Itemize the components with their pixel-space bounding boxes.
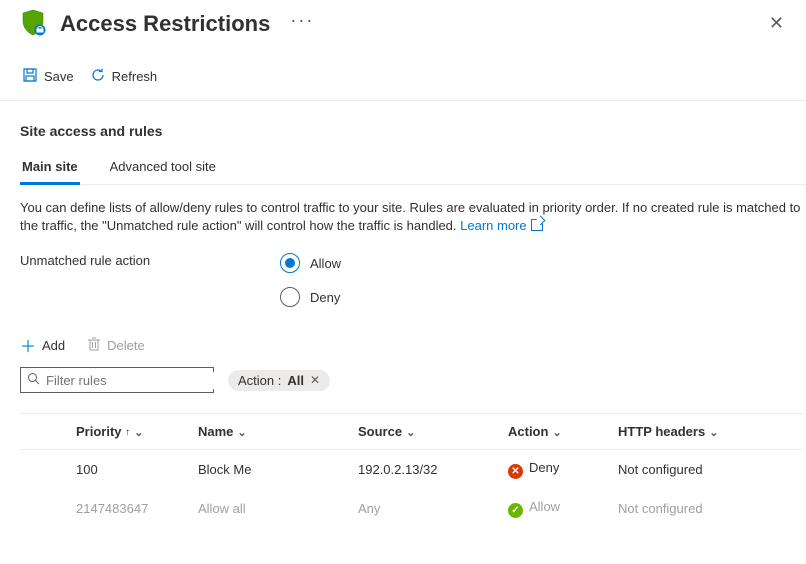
deny-icon: ✕ xyxy=(508,464,523,479)
col-action[interactable]: Action⌄ xyxy=(500,414,610,450)
table-row[interactable]: 2147483647Allow allAny✓AllowNot configur… xyxy=(20,489,802,528)
delete-button[interactable]: Delete xyxy=(87,337,145,354)
col-name[interactable]: Name⌄ xyxy=(190,414,350,450)
col-priority[interactable]: Priority ↑⌄ xyxy=(20,414,190,450)
chevron-down-icon: ⌄ xyxy=(134,427,143,439)
radio-deny[interactable] xyxy=(280,287,300,307)
chevron-down-icon: ⌄ xyxy=(237,427,246,439)
unmatched-rule-label: Unmatched rule action xyxy=(20,253,280,268)
section-heading: Site access and rules xyxy=(20,123,806,139)
filter-input[interactable] xyxy=(44,372,224,389)
allow-icon: ✓ xyxy=(508,503,523,518)
page-title: Access Restrictions xyxy=(60,11,270,37)
learn-more-link[interactable]: Learn more xyxy=(460,218,542,233)
sort-asc-icon: ↑ xyxy=(125,427,130,438)
table-row[interactable]: 100Block Me192.0.2.13/32✕DenyNot configu… xyxy=(20,450,802,490)
search-icon xyxy=(27,372,40,388)
filter-input-wrapper[interactable] xyxy=(20,367,214,393)
clear-filter-icon[interactable]: ✕ xyxy=(310,373,320,387)
shield-icon xyxy=(20,8,46,39)
radio-allow-label: Allow xyxy=(310,256,341,271)
save-icon xyxy=(22,67,38,86)
radio-allow[interactable] xyxy=(280,253,300,273)
description-text: You can define lists of allow/deny rules… xyxy=(20,199,802,235)
save-button[interactable]: Save xyxy=(22,67,74,86)
col-http-headers[interactable]: HTTP headers⌄ xyxy=(610,414,802,450)
close-button[interactable]: ✕ xyxy=(769,13,784,34)
refresh-button[interactable]: Refresh xyxy=(90,67,158,86)
rules-table: Priority ↑⌄ Name⌄ Source⌄ Action⌄ HTTP h… xyxy=(20,413,802,528)
tab-main-site[interactable]: Main site xyxy=(20,153,80,185)
chevron-down-icon: ⌄ xyxy=(709,427,718,439)
col-source[interactable]: Source⌄ xyxy=(350,414,500,450)
radio-deny-label: Deny xyxy=(310,290,340,305)
filter-pill-action[interactable]: Action : All ✕ xyxy=(228,370,330,391)
trash-icon xyxy=(87,337,101,354)
refresh-icon xyxy=(90,67,106,86)
more-menu-button[interactable]: ··· xyxy=(290,10,314,37)
plus-icon: ＋ xyxy=(20,333,36,357)
add-button[interactable]: ＋ Add xyxy=(20,333,65,357)
external-link-icon xyxy=(531,219,543,231)
chevron-down-icon: ⌄ xyxy=(406,427,415,439)
tab-advanced-tool-site[interactable]: Advanced tool site xyxy=(108,153,218,184)
chevron-down-icon: ⌄ xyxy=(552,427,561,439)
